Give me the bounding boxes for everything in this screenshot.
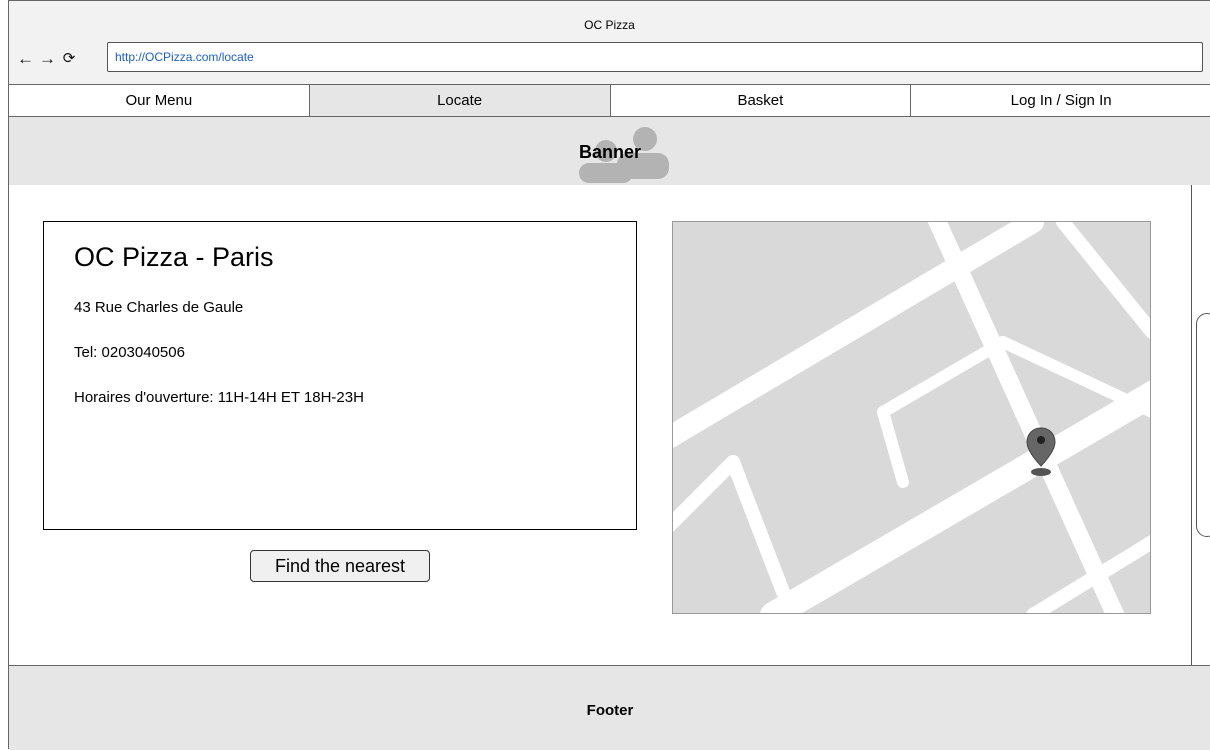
navigation-controls: ← → ⟳ [17,47,77,71]
tab-basket[interactable]: Basket [610,85,912,116]
banner-label: Banner [578,142,641,162]
main-content: OC Pizza - Paris 43 Rue Charles de Gaule… [9,185,1191,665]
banner: Banner [9,117,1210,185]
window-title: OC Pizza [584,18,635,32]
store-hours: Horaires d'ouverture: 11H-14H ET 18H-23H [74,389,364,406]
tab-locate[interactable]: Locate [309,85,611,116]
address-bar[interactable]: http://OCPizza.com/locate [107,42,1203,72]
browser-window: OC Pizza ← → ⟳ http://OCPizza.com/locate… [8,0,1210,750]
vertical-scrollbar[interactable] [1191,185,1210,665]
tab-our-menu[interactable]: Our Menu [9,85,310,116]
reload-icon[interactable]: ⟳ [61,49,77,69]
store-info-card: OC Pizza - Paris 43 Rue Charles de Gaule… [43,221,637,530]
footer: Footer [9,665,1210,750]
tab-log-in-sign-in[interactable]: Log In / Sign In [911,85,1210,116]
main-navigation: Our Menu Locate Basket Log In / Sign In [9,84,1210,117]
find-nearest-button[interactable]: Find the nearest [250,550,430,582]
scrollbar-thumb[interactable] [1196,313,1210,537]
title-bar: OC Pizza [9,1,1210,39]
map-roads [673,222,1150,613]
store-phone: Tel: 0203040506 [74,344,185,361]
back-icon[interactable]: ← [17,49,34,69]
store-name: OC Pizza - Paris [74,242,274,272]
map-pin-icon[interactable] [1025,426,1057,478]
footer-label: Footer [586,702,634,719]
map-view[interactable] [672,221,1151,614]
store-address: 43 Rue Charles de Gaule [74,299,244,316]
forward-icon[interactable]: → [39,49,56,69]
